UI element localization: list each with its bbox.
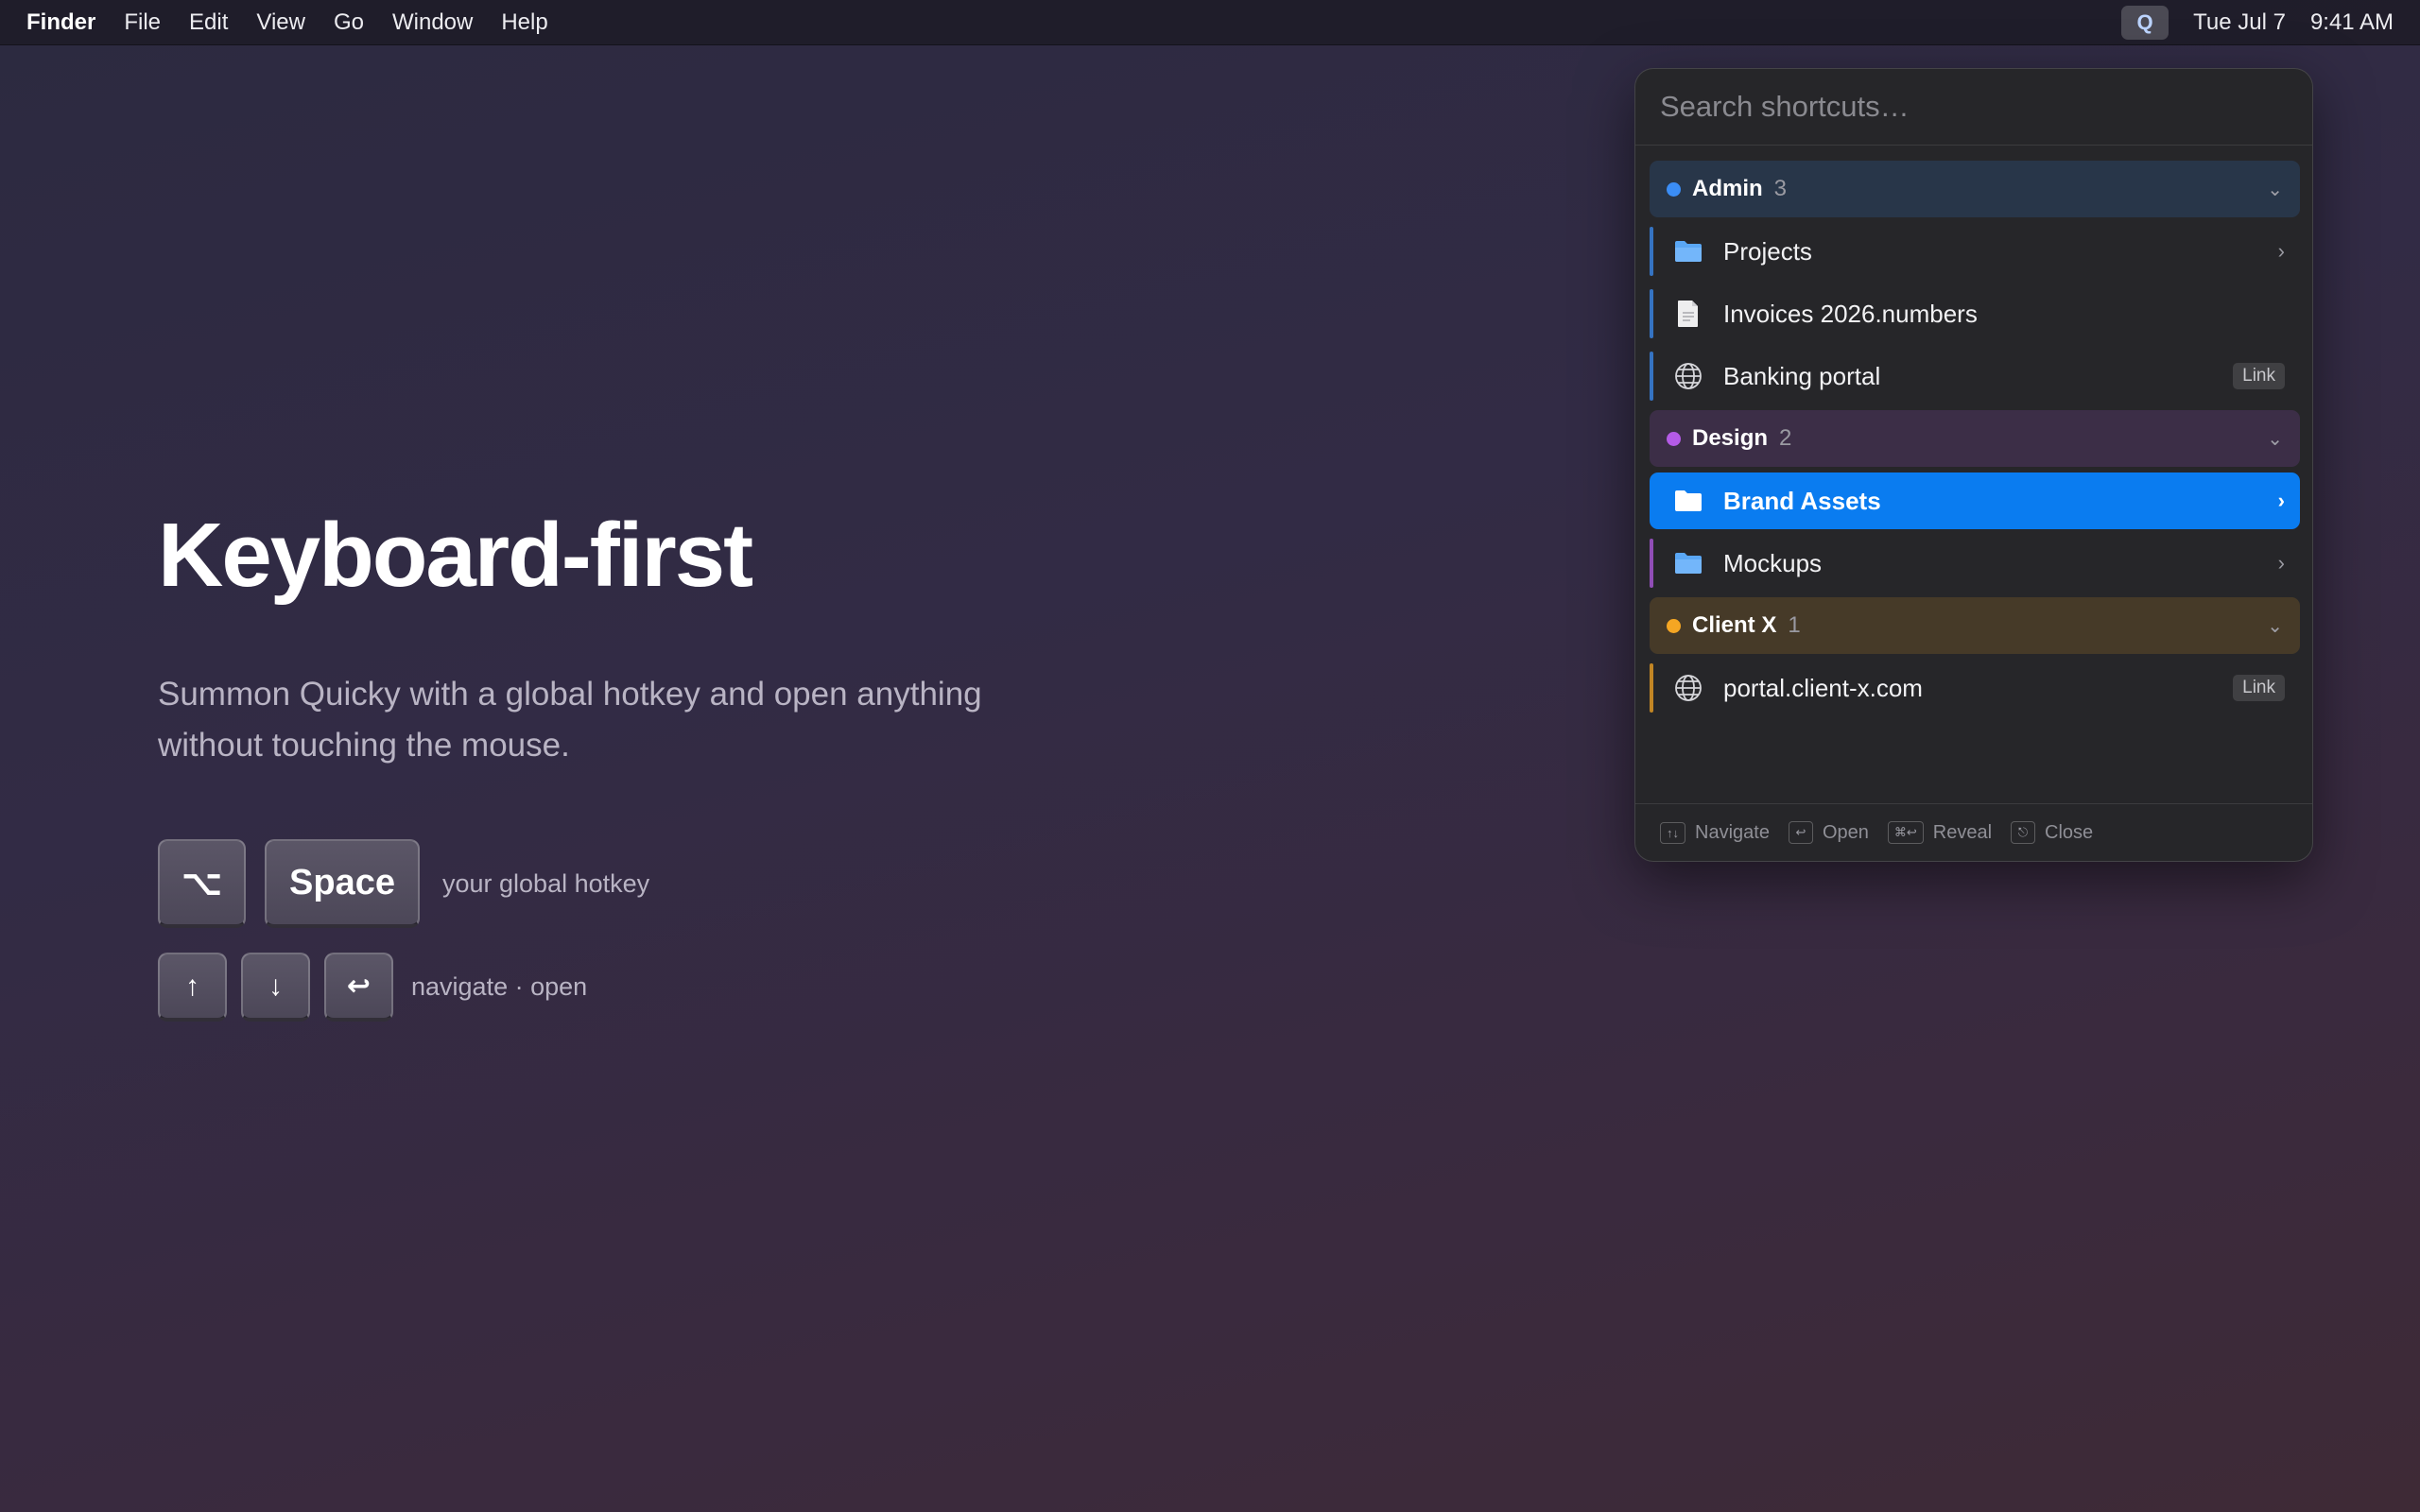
link-badge: Link xyxy=(2233,363,2285,389)
menu-go[interactable]: Go xyxy=(334,9,364,36)
chevron-down-icon[interactable]: ⌄ xyxy=(2267,178,2283,201)
link-badge: Link xyxy=(2233,675,2285,701)
shortcut-item-projects[interactable]: Projects › xyxy=(1650,223,2300,280)
chevron-down-icon[interactable]: ⌄ xyxy=(2267,427,2283,451)
hint-close-key: ⎋ xyxy=(2011,821,2036,844)
group-color-dot xyxy=(1667,431,1681,446)
menu-view[interactable]: View xyxy=(256,9,305,36)
menu-help[interactable]: Help xyxy=(501,9,547,36)
group-color-bar xyxy=(1650,289,1653,338)
hero-title: Keyboard-first xyxy=(158,505,753,606)
shortcut-label: Invoices 2026.numbers xyxy=(1723,299,1978,328)
footer-hints: ↑↓ Navigate ↩ Open ⌘↩ Reveal ⎋ Close xyxy=(1635,803,2312,861)
menu-date[interactable]: Tue Jul 7 xyxy=(2193,9,2286,36)
arrow-up-key: ↑ xyxy=(158,953,227,1022)
group-name: Design xyxy=(1692,425,1769,451)
search-input[interactable] xyxy=(1660,90,2288,124)
option-key: ⌥ xyxy=(158,839,246,928)
shortcut-item-portal-client-x-com[interactable]: portal.client-x.com Link xyxy=(1650,660,2300,716)
menu-edit[interactable]: Edit xyxy=(189,9,228,36)
hero-subtitle: Summon Quicky with a global hotkey and o… xyxy=(158,669,1009,771)
hotkey-row: ⌥ Space your global hotkey xyxy=(158,839,649,928)
hero-section: Keyboard-first Summon Quicky with a glob… xyxy=(158,505,1009,1022)
hint-navigate-key: ↑↓ xyxy=(1660,821,1685,844)
shortcut-label: Projects xyxy=(1723,236,1812,266)
chevron-right-icon[interactable]: › xyxy=(2278,551,2285,576)
shortcut-item-mockups[interactable]: Mockups › xyxy=(1650,535,2300,592)
hint-open: ↩ Open xyxy=(1788,821,1869,844)
chevron-right-icon[interactable]: › xyxy=(2278,239,2285,264)
group-color-bar xyxy=(1650,663,1653,713)
shortcut-label: Brand Assets xyxy=(1723,486,1881,515)
group-header-admin[interactable]: Admin 3 ⌄ xyxy=(1650,161,2300,217)
space-key: Space xyxy=(265,839,420,928)
shortcut-label: portal.client-x.com xyxy=(1723,673,1923,702)
chevron-right-icon[interactable]: › xyxy=(2278,489,2285,513)
group-count: 3 xyxy=(1773,176,1788,201)
hint-navigate-label: Navigate xyxy=(1695,821,1770,843)
group-header-design[interactable]: Design 2 ⌄ xyxy=(1650,410,2300,467)
globe-icon xyxy=(1672,360,1704,392)
menu-bar: Finder File Edit View Go Window Help Q T… xyxy=(0,0,2420,45)
hint-close: ⎋ Close xyxy=(2011,821,2093,844)
hint-reveal: ⌘↩ Reveal xyxy=(1887,821,1993,844)
quicky-status-icon[interactable]: Q xyxy=(2121,5,2169,40)
document-icon xyxy=(1672,298,1704,330)
nav-keys-row: ↑ ↓ ↩ navigate · open xyxy=(158,953,587,1022)
hint-reveal-key: ⌘↩ xyxy=(1887,821,1924,844)
hint-navigate: ↑↓ Navigate xyxy=(1660,821,1770,844)
shortcut-label: Banking portal xyxy=(1723,361,1881,390)
hotkey-caption: your global hotkey xyxy=(442,868,650,898)
quicky-panel: Admin 3 ⌄ Projects › Invoices 2026.numbers Ban… xyxy=(1634,68,2313,862)
hint-open-label: Open xyxy=(1822,821,1869,843)
menu-app-name[interactable]: Finder xyxy=(26,9,95,36)
folder-icon xyxy=(1672,235,1704,267)
group-color-bar xyxy=(1650,352,1653,401)
group-count: 1 xyxy=(1788,612,1801,638)
folder-icon xyxy=(1672,485,1704,517)
hint-close-label: Close xyxy=(2045,821,2094,843)
shortcut-item-banking-portal[interactable]: Banking portal Link xyxy=(1650,348,2300,404)
shortcut-label: Mockups xyxy=(1723,548,1823,577)
shortcut-list: Admin 3 ⌄ Projects › Invoices 2026.numbers Ban… xyxy=(1650,161,2300,722)
group-count: 2 xyxy=(1779,425,1792,451)
group-name: Admin xyxy=(1692,176,1763,201)
search-bar xyxy=(1635,69,2312,146)
group-color-bar xyxy=(1650,539,1653,588)
shortcut-item-brand-assets[interactable]: Brand Assets › xyxy=(1650,472,2300,529)
hero-subtitle-line1: Summon Quicky with a global hotkey and o… xyxy=(158,676,982,713)
group-color-bar xyxy=(1650,227,1653,276)
hero-subtitle-line2: without touching the mouse. xyxy=(158,727,570,764)
group-name: Client X xyxy=(1692,612,1777,638)
arrow-down-key: ↓ xyxy=(241,953,310,1022)
hint-open-key: ↩ xyxy=(1788,821,1813,844)
group-color-dot xyxy=(1667,181,1681,197)
return-key: ↩ xyxy=(324,953,393,1022)
shortcut-item-invoices-2026-numbers[interactable]: Invoices 2026.numbers xyxy=(1650,285,2300,342)
group-color-dot xyxy=(1667,618,1681,633)
group-header-client-x[interactable]: Client X 1 ⌄ xyxy=(1650,597,2300,654)
menu-file[interactable]: File xyxy=(124,9,161,36)
hint-reveal-label: Reveal xyxy=(1932,821,1993,843)
menu-time[interactable]: 9:41 AM xyxy=(2310,9,2394,36)
nav-caption: navigate · open xyxy=(411,972,588,1001)
folder-icon xyxy=(1672,547,1704,579)
globe-icon xyxy=(1672,672,1704,704)
chevron-down-icon[interactable]: ⌄ xyxy=(2267,614,2283,638)
menu-window[interactable]: Window xyxy=(392,9,473,36)
